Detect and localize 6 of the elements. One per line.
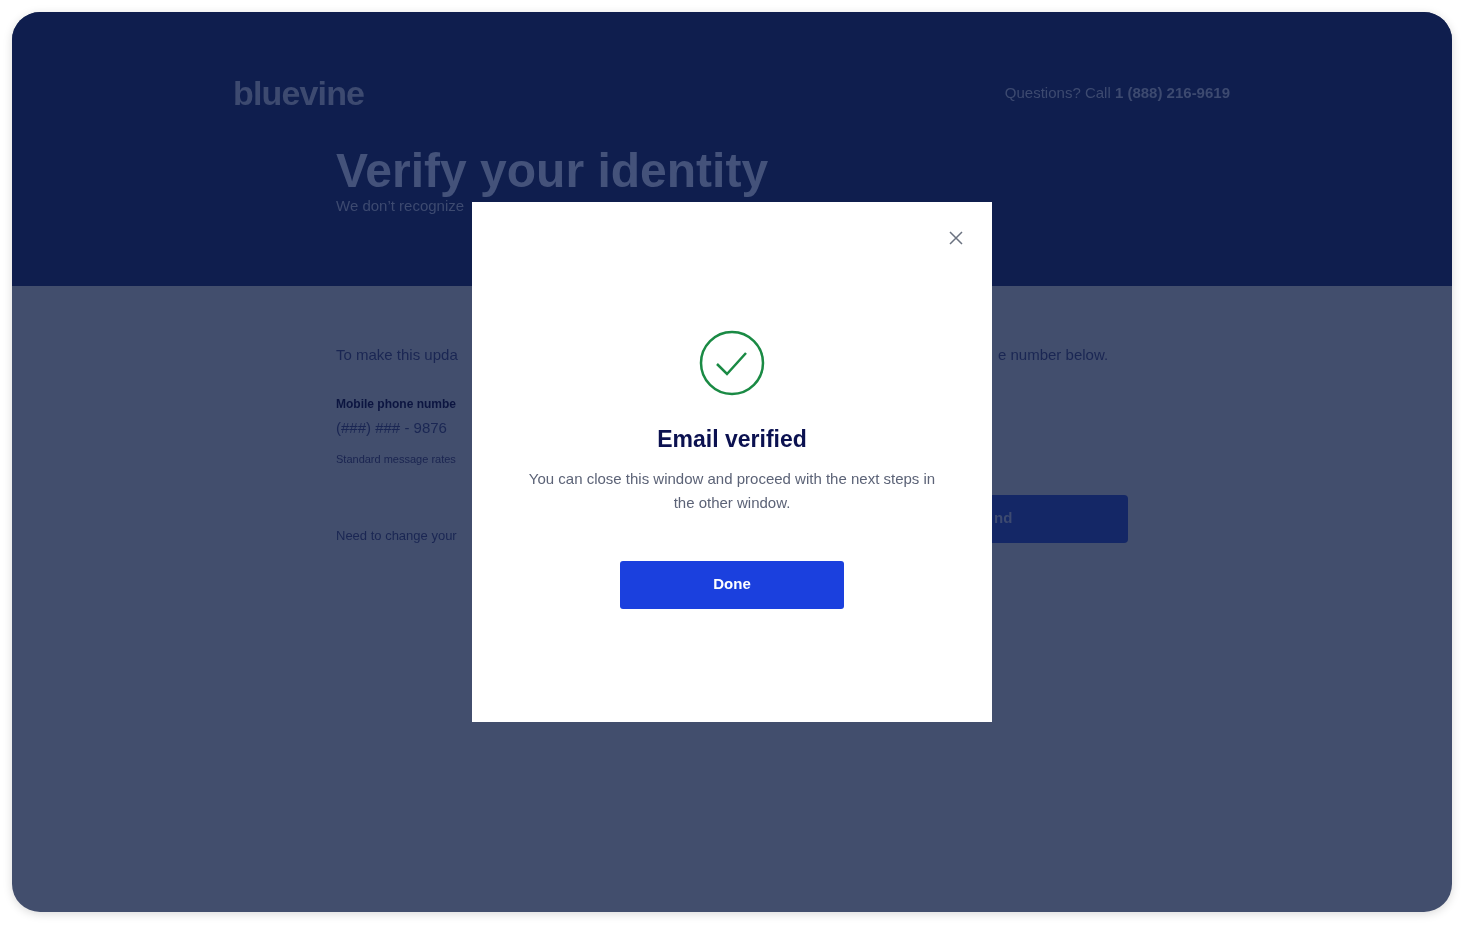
done-button[interactable]: Done [620,560,844,609]
close-icon[interactable] [948,230,964,246]
check-circle-icon [699,330,765,396]
modal-title: Email verified [657,425,807,454]
modal-message: You can close this window and proceed with the next steps in the other window. [527,468,937,513]
phone-label: Mobile phone numbe [336,395,457,413]
